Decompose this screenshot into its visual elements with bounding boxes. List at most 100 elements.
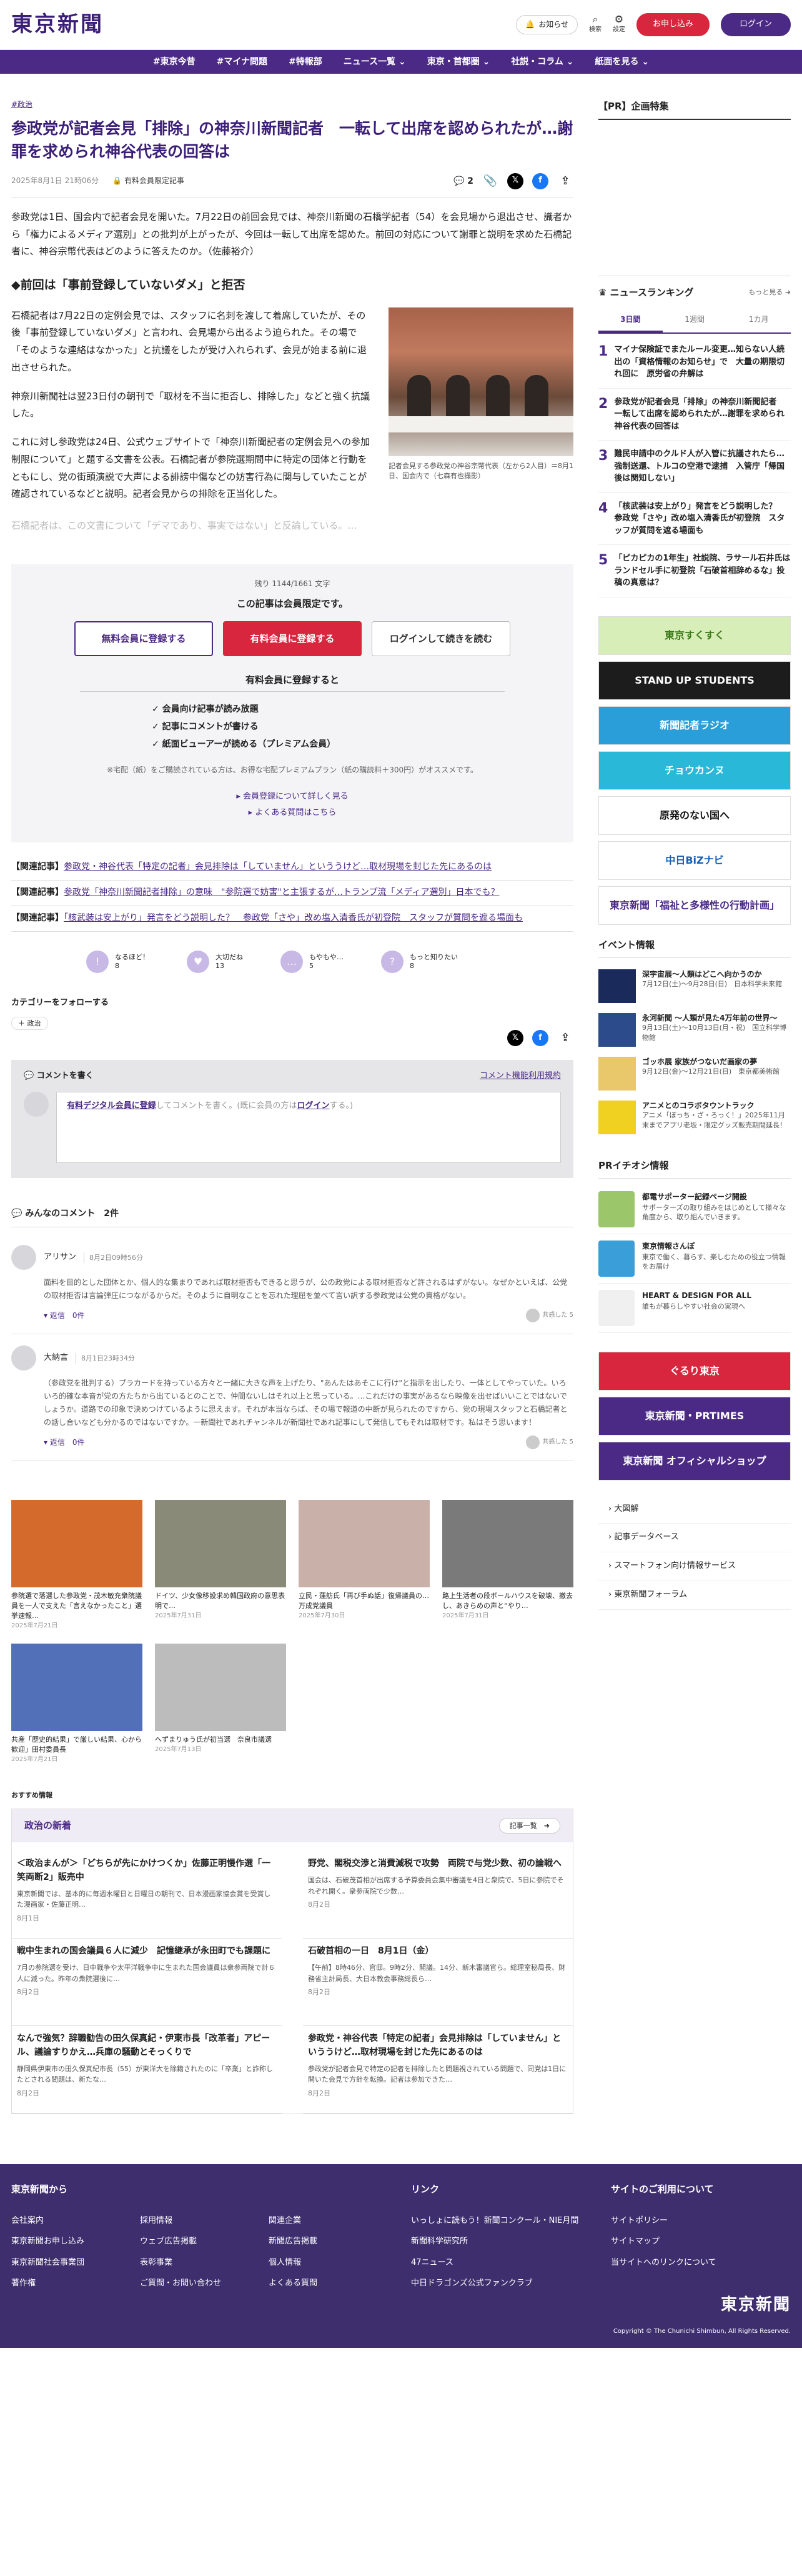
promo-banner[interactable]: 原発のない国へ: [598, 796, 791, 835]
search-button[interactable]: ⌕ 検索: [589, 14, 602, 35]
footer-link[interactable]: サイトポリシー: [611, 2210, 716, 2231]
ranking-item[interactable]: 2 参政党が記者会見「排除」の神奈川新聞記者 一転して出席を認められたが…謝罪を求…: [598, 389, 791, 441]
footer-link[interactable]: 新聞科学研究所: [411, 2231, 611, 2252]
news-card[interactable]: 路上生活者の段ボールハウスを破壊、撤去し、あきらめの声と“やり… 2025年7月3…: [442, 1500, 573, 1631]
ranking-item[interactable]: 5 「ピカピカの1年生」社説院、ラサール石井氏はランドセル手に初登院「石破首相辞め…: [598, 545, 791, 597]
news-card-title[interactable]: へずまりゅう氏が初当選 奈良市議選: [155, 1735, 286, 1745]
politics-news-headline[interactable]: なんで強気？辞職勧告の田久保真紀・伊東市長「改革者」アピール、議論すりかえ…兵庫…: [17, 2032, 277, 2059]
footer-link[interactable]: 個人情報: [269, 2252, 397, 2273]
news-card-image[interactable]: [155, 1644, 286, 1732]
news-card[interactable]: 共産「歴史的結果」で厳しい結果、心から歓迎」田村委員長 2025年7月21日: [11, 1644, 142, 1765]
promo-banner[interactable]: 東京新聞「福祉と多様性の行動計画」: [598, 886, 791, 925]
tab-3days[interactable]: 3日間: [598, 309, 663, 333]
nav-item[interactable]: 東京・首都圏 ⌄: [427, 55, 490, 69]
sidebar-link[interactable]: › 記事データベース: [598, 1524, 791, 1553]
faq-link[interactable]: ▸ よくある質問はこちら: [249, 808, 337, 817]
free-register-button[interactable]: 無料会員に登録する: [74, 621, 213, 657]
share-icon[interactable]: ⇪: [557, 1030, 573, 1046]
footer-link[interactable]: 東京新聞お申し込み: [11, 2231, 140, 2252]
news-card-image[interactable]: [11, 1500, 142, 1588]
paid-register-button[interactable]: 有料会員に登録する: [223, 621, 362, 657]
event-title[interactable]: ゴッホ展 家族がつないだ画家の夢: [642, 1057, 780, 1067]
pr-pick-title[interactable]: 東京情報さんぽ: [642, 1241, 791, 1252]
ranking-item[interactable]: 4 「核武装は安上がり」発言をどう説明した？ 参政党「さや」改め塩入清香氏が初登院…: [598, 493, 791, 546]
ranking-item[interactable]: 1 マイナ保険証でまたルール変更…知らない人続出の「資格情報のお知らせ」で 大量の…: [598, 336, 791, 389]
empathy-button[interactable]: 共感した 5: [526, 1309, 573, 1323]
promo-banner[interactable]: STAND UP STUDENTS: [598, 661, 791, 700]
footer-link[interactable]: 新聞広告掲載: [269, 2231, 397, 2252]
news-card-image[interactable]: [11, 1644, 142, 1732]
footer-link[interactable]: 関連企業: [269, 2210, 397, 2231]
event-title[interactable]: 永河新聞 ～人類が見た4万年前の世界～: [642, 1013, 791, 1024]
pr-pick-title[interactable]: 都電サポーター記録ページ開設: [642, 1191, 791, 1203]
news-card[interactable]: へずまりゅう氏が初当選 奈良市議選 2025年7月13日: [155, 1644, 286, 1765]
empathy-button[interactable]: 共感した 5: [526, 1435, 573, 1450]
tab-1week[interactable]: 1週間: [663, 309, 727, 332]
footer-link[interactable]: 当サイトへのリンクについて: [611, 2252, 716, 2273]
footer-link[interactable]: 47ニュース: [411, 2252, 611, 2273]
politics-news-headline[interactable]: 野党、閣税交渉と消費減税で攻勢 両院で与党少数、初の論戦へ: [308, 1857, 568, 1871]
settings-button[interactable]: ⚙ 設定: [613, 14, 625, 35]
news-card-title[interactable]: 共産「歴史的結果」で厳しい結果、心から歓迎」田村委員長: [11, 1735, 142, 1755]
event-item[interactable]: 永河新聞 ～人類が見た4万年前の世界～ 9月13日(土)～10月13日(月・祝) …: [598, 1008, 791, 1052]
news-card-image[interactable]: [442, 1500, 573, 1588]
comment-count[interactable]: 💬 2: [453, 174, 473, 188]
sidebar-link[interactable]: › 大図解: [598, 1495, 791, 1524]
footer-link[interactable]: よくある質問: [269, 2273, 397, 2294]
sidebar-link[interactable]: › スマートフォン向け情報サービス: [598, 1552, 791, 1582]
footer-link[interactable]: 東京新聞社会事業団: [11, 2252, 140, 2273]
ranking-item[interactable]: 3 難民申請中のクルド人が入管に抗議されたら…強制送還、トルコの空港で逮捕 入管庁…: [598, 441, 791, 493]
nav-item[interactable]: #マイナ問題: [217, 55, 267, 69]
pr-pick-title[interactable]: HEART & DESIGN FOR ALL: [642, 1290, 751, 1302]
pr-pick-item[interactable]: 都電サポーター記録ページ開設 サポーターズの取り組みをはじめとして様々な角度から、…: [598, 1185, 791, 1234]
pr-pick-item[interactable]: HEART & DESIGN FOR ALL 誰もが暮らしやすい社会の実現へ: [598, 1284, 791, 1333]
nav-item[interactable]: 紙面を見る ⌄: [595, 55, 650, 69]
reaction-moyamoya[interactable]: … もやもや… 5: [280, 950, 344, 973]
pr-pick-item[interactable]: 東京情報さんぽ 東京で働く、暮らす、楽しむための役立つ情報をお届け: [598, 1234, 791, 1284]
facebook-share-icon[interactable]: f: [532, 172, 548, 189]
reaction-naruhodo[interactable]: ! なるほど！ 8: [86, 950, 149, 973]
apply-button[interactable]: お申し込み: [636, 13, 710, 36]
promo-banner[interactable]: ぐるり東京: [598, 1351, 791, 1390]
promo-banner[interactable]: 東京新聞 オフィシャルショップ: [598, 1441, 791, 1480]
pr-pick-thumbnail[interactable]: [598, 1240, 635, 1277]
related-link[interactable]: 参政党・神谷代表「特定の記者」会見排除は「していません」といううけど…取材現場を…: [64, 862, 492, 872]
ranking-title[interactable]: マイナ保険証でまたルール変更…知らない人続出の「資格情報のお知らせ」で 大量の期…: [614, 344, 791, 381]
news-card-title[interactable]: 参院選で落選した参政党・茂木敏充衆院議員を一人で支えた「言えなかったこと」選挙速…: [11, 1591, 142, 1621]
nav-item[interactable]: #東京今昔: [153, 55, 196, 69]
politics-news-headline[interactable]: ＜政治まんが＞「どちらが先にかけつくか」佐藤正明慢作選「一笑両断2」販売中: [17, 1857, 277, 1884]
related-link[interactable]: 参政党「神奈川新聞記者排除」の意味 "参院選で妨害"と主張するが…トランプ流「メ…: [64, 887, 499, 897]
comment-textarea[interactable]: 有料デジタル会員に登録してコメントを書く。(既に会員の方はログインする。): [56, 1091, 561, 1163]
related-link[interactable]: 「核武装は安上がり」発言をどう説明した？ 参政党「さや」改め塩入清香氏が初登院 …: [64, 913, 523, 923]
clip-icon[interactable]: 📎: [482, 173, 498, 189]
nav-item[interactable]: 社説・コラム ⌄: [511, 55, 573, 69]
register-paid-link[interactable]: 有料デジタル会員に登録: [67, 1101, 156, 1111]
news-card-title[interactable]: 路上生活者の段ボールハウスを破壊、撤去し、あきらめの声と“やり…: [442, 1591, 573, 1611]
politics-news-item[interactable]: ＜政治まんが＞「どちらが先にかけつくか」佐藤正明慢作選「一笑両断2」販売中 東京新…: [12, 1851, 282, 1939]
nav-item[interactable]: ニュース一覧 ⌄: [344, 55, 406, 69]
politics-news-item[interactable]: 野党、閣税交渉と消費減税で攻勢 両院で与党少数、初の論戦へ 国会は、石破茂首相が出…: [303, 1851, 573, 1939]
facebook-share-icon[interactable]: f: [532, 1030, 548, 1047]
share-icon[interactable]: ⇪: [557, 173, 573, 189]
news-card[interactable]: 参院選で落選した参政党・茂木敏充衆院議員を一人で支えた「言えなかったこと」選挙速…: [11, 1500, 142, 1631]
event-item[interactable]: ゴッホ展 家族がつないだ画家の夢 9月12日(金)～12月21日(日) 東京都美術…: [598, 1052, 791, 1096]
politics-news-item[interactable]: 参政党・神谷代表「特定の記者」会見排除は「していません」といううけど…取材現場を…: [303, 2026, 573, 2114]
ranking-title[interactable]: 難民申請中のクルド人が入管に抗議されたら…強制送還、トルコの空港で逮捕 入管庁「…: [614, 448, 791, 485]
footer-link[interactable]: 著作権: [11, 2273, 140, 2294]
news-card-image[interactable]: [299, 1500, 430, 1588]
event-thumbnail[interactable]: [598, 969, 636, 1003]
event-title[interactable]: アニメとのコラボタウントラック: [642, 1101, 791, 1111]
ranking-more-link[interactable]: もっと見る ➜: [748, 287, 791, 298]
tab-1month[interactable]: 1カ月: [726, 309, 791, 332]
reaction-taisetsu[interactable]: ♥ 大切だね 13: [187, 950, 243, 973]
footer-link[interactable]: 表彰事業: [140, 2252, 269, 2273]
ranking-title[interactable]: 「核武装は安上がり」発言をどう説明した？ 参政党「さや」改め塩入清香氏が初登院 …: [614, 501, 791, 537]
membership-details-link[interactable]: ▸ 会員登録について詳しく見る: [236, 792, 348, 801]
reaction-motto[interactable]: ? もっと知りたい 8: [381, 950, 458, 973]
ranking-title[interactable]: 「ピカピカの1年生」社説院、ラサール石井氏はランドセル手に初登院「石破首相辞める…: [614, 552, 791, 589]
comment-rules-link[interactable]: コメント機能利用規約: [480, 1070, 561, 1083]
promo-banner[interactable]: チョウカンヌ: [598, 751, 791, 790]
promo-banner[interactable]: 中日BiZナビ: [598, 841, 791, 880]
reply-toggle[interactable]: ▾ 返信 0件: [44, 1310, 84, 1322]
politics-news-headline[interactable]: 戦中生まれの国会議員６人に減少 記憶継承が永田町でも課題に: [17, 1945, 277, 1959]
